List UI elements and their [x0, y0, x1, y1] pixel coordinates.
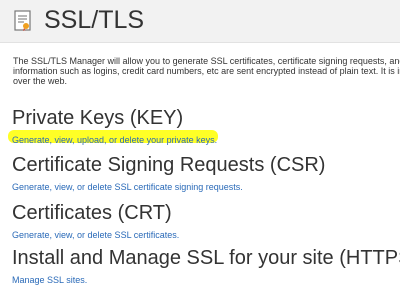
- section-private-keys: Private Keys (KEY) Generate, view, uploa…: [8, 106, 218, 148]
- manage-ssl-sites-link[interactable]: Manage SSL sites.: [12, 274, 87, 286]
- page-description: The SSL/TLS Manager will allow you to ge…: [13, 56, 400, 86]
- private-keys-link[interactable]: Generate, view, upload, or delete your p…: [12, 134, 217, 146]
- page-title: SSL/TLS: [44, 6, 145, 34]
- section-install-ssl: Install and Manage SSL for your site (HT…: [12, 246, 400, 288]
- description-line: information such as logins, credit card …: [13, 66, 400, 76]
- description-line: The SSL/TLS Manager will allow you to ge…: [13, 56, 400, 66]
- section-certificates: Certificates (CRT) Generate, view, or de…: [12, 201, 179, 243]
- section-heading-private-keys: Private Keys (KEY): [12, 107, 184, 129]
- csr-link[interactable]: Generate, view, or delete SSL certificat…: [12, 181, 243, 193]
- section-heading-install-ssl: Install and Manage SSL for your site (HT…: [12, 247, 400, 269]
- certificates-link[interactable]: Generate, view, or delete SSL certificat…: [12, 229, 179, 241]
- section-csr: Certificate Signing Requests (CSR) Gener…: [12, 153, 325, 195]
- page-header: SSL/TLS: [0, 0, 400, 43]
- section-heading-certificates: Certificates (CRT): [12, 202, 172, 224]
- description-line: over the web.: [13, 76, 68, 86]
- highlighted-link-wrapper: Generate, view, upload, or delete your p…: [8, 130, 218, 148]
- section-heading-csr: Certificate Signing Requests (CSR): [12, 154, 326, 176]
- certificate-document-icon: [14, 10, 31, 31]
